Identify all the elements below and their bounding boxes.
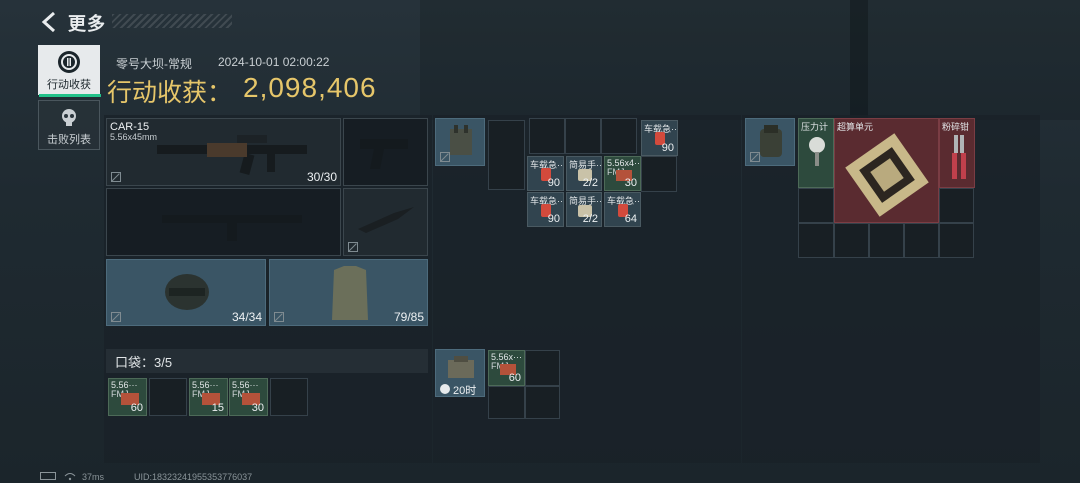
clock-icon bbox=[440, 384, 450, 394]
armor-durability: 79/85 bbox=[393, 310, 424, 324]
rig-item[interactable]: 简易手··· 2/2 bbox=[566, 192, 602, 227]
pouch-item[interactable]: 5.56··· FMJ 15 bbox=[189, 378, 228, 416]
weapon-ammo: 30/30 bbox=[306, 170, 337, 184]
loot-icon bbox=[58, 51, 80, 73]
rig-slot[interactable] bbox=[529, 118, 565, 154]
knife-icon bbox=[358, 207, 414, 233]
pliers-icon bbox=[952, 135, 966, 179]
case-item[interactable]: 5.56x··· FMJ 60 bbox=[488, 350, 525, 386]
helmet-slot[interactable]: 34/34 bbox=[106, 259, 266, 326]
pistol-slot[interactable] bbox=[343, 118, 428, 186]
tab-loot-label: 行动收获 bbox=[47, 79, 91, 91]
pouch-empty-slot[interactable] bbox=[149, 378, 187, 416]
skull-icon bbox=[58, 106, 80, 128]
case-slot[interactable] bbox=[525, 350, 560, 386]
uid-text: UID:18323241955353776037 bbox=[134, 472, 253, 482]
case-timer: 20时 bbox=[453, 385, 477, 397]
helmet-durability: 34/34 bbox=[231, 310, 262, 324]
secondary-weapon-slot[interactable] bbox=[106, 188, 341, 256]
rig-item[interactable]: 车载急··· 90 bbox=[641, 120, 678, 156]
melee-slot[interactable] bbox=[343, 188, 428, 256]
primary-weapon-slot[interactable]: CAR-15 5.56x45mm 30/30 bbox=[106, 118, 341, 186]
lock-icon bbox=[750, 152, 760, 162]
chest-rig-slot[interactable] bbox=[435, 118, 485, 166]
armor-vest-icon bbox=[332, 266, 368, 320]
lock-icon bbox=[111, 172, 121, 182]
tab-active-indicator bbox=[39, 94, 101, 97]
backpack-item-gauge[interactable]: 压力计 bbox=[798, 118, 834, 188]
backpack-item-compute-unit[interactable]: 超算单元 bbox=[834, 118, 939, 223]
pressure-gauge-icon bbox=[809, 137, 825, 166]
lock-icon bbox=[111, 312, 121, 322]
case-icon bbox=[448, 356, 474, 378]
rig-item[interactable]: 车载急··· 90 bbox=[527, 156, 564, 191]
secure-case-slot[interactable]: 20时 bbox=[435, 349, 485, 397]
pouch-empty-slot[interactable] bbox=[270, 378, 308, 416]
ping-text: 37ms bbox=[82, 472, 105, 482]
rifle-icon bbox=[157, 135, 307, 175]
rig-slot[interactable] bbox=[641, 156, 677, 192]
pouch-title: 口袋：3/5 bbox=[115, 355, 173, 370]
earnings-label: 行动收获： bbox=[107, 79, 233, 107]
page-title: 更多 bbox=[68, 14, 106, 34]
armor-slot[interactable]: 79/85 bbox=[269, 259, 428, 326]
backpack-slot[interactable] bbox=[745, 118, 795, 166]
lock-icon bbox=[348, 242, 358, 252]
wifi-icon bbox=[64, 472, 76, 483]
pistol-icon bbox=[360, 139, 408, 169]
match-datetime: 2024-10-01 02:00:22 bbox=[218, 55, 330, 69]
back-button[interactable] bbox=[38, 10, 62, 34]
lock-icon bbox=[440, 152, 450, 162]
battery-icon bbox=[40, 472, 56, 480]
rig-item[interactable]: 5.56x4··· FMJ 30 bbox=[604, 156, 641, 191]
title-decoration bbox=[112, 14, 232, 28]
tab-kills[interactable]: 击败列表 bbox=[38, 100, 100, 150]
lock-icon bbox=[274, 312, 284, 322]
rig-item[interactable]: 车载急··· 64 bbox=[604, 192, 641, 227]
map-name: 零号大坝-常规 bbox=[116, 57, 192, 71]
rig-slot[interactable] bbox=[565, 118, 601, 154]
backpack-item-pliers[interactable]: 粉碎钳 bbox=[939, 118, 975, 188]
case-slot[interactable] bbox=[525, 386, 560, 419]
pouch-item[interactable]: 5.56··· FMJ 30 bbox=[229, 378, 268, 416]
rig-slot[interactable] bbox=[601, 118, 637, 154]
tab-loot[interactable]: 行动收获 bbox=[38, 45, 101, 97]
compute-unit-icon bbox=[845, 133, 929, 217]
backpack-icon bbox=[760, 125, 782, 157]
helmet-icon bbox=[165, 274, 209, 310]
rig-item[interactable]: 车载急··· 90 bbox=[527, 192, 564, 227]
chevron-left-icon bbox=[41, 11, 56, 33]
rig-slot[interactable] bbox=[488, 120, 525, 190]
rig-item[interactable]: 简易手··· 2/2 bbox=[566, 156, 602, 191]
earnings-value: 2,098,406 bbox=[243, 72, 377, 103]
case-slot[interactable] bbox=[488, 386, 525, 419]
rifle-silhouette-icon bbox=[162, 215, 302, 241]
pouch-item[interactable]: 5.56··· FMJ 60 bbox=[108, 378, 147, 416]
tab-kills-label: 击败列表 bbox=[47, 134, 91, 146]
